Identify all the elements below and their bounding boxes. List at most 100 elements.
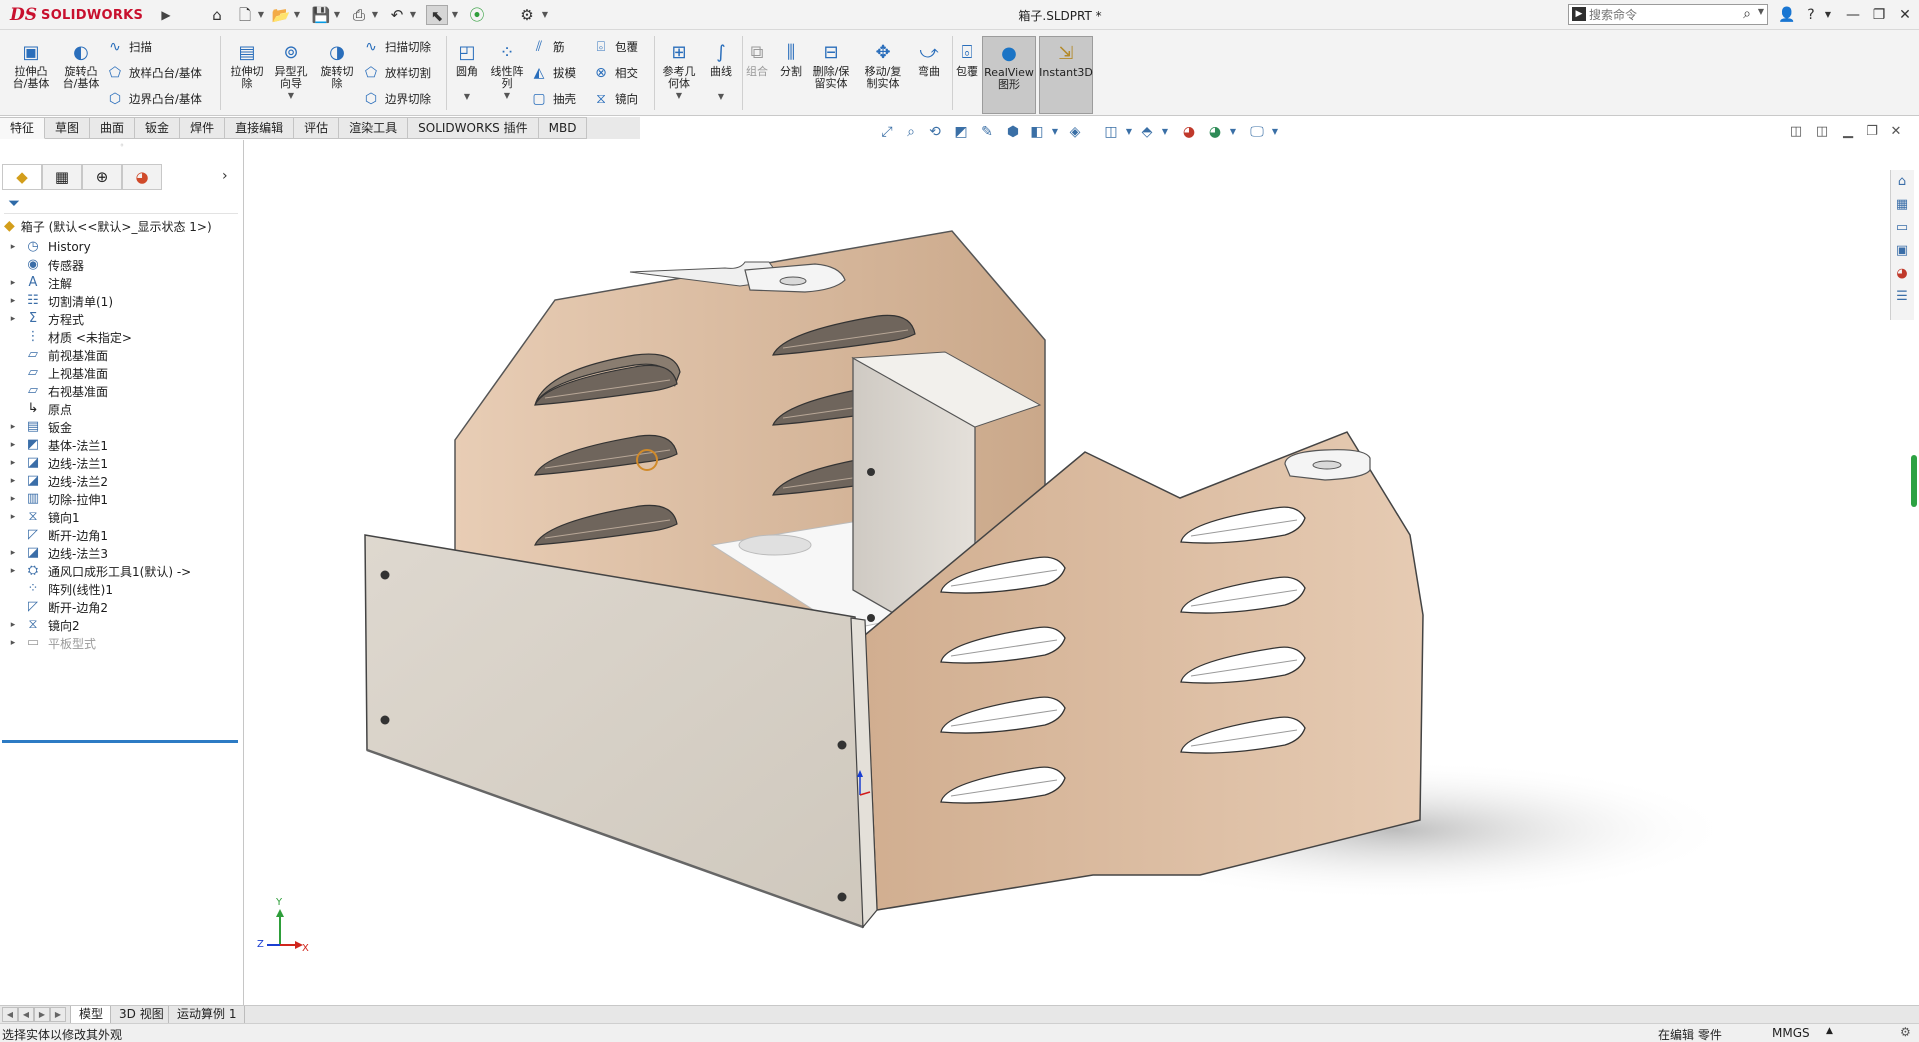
tab-motion-study[interactable]: 运动算例 1 — [168, 1006, 246, 1024]
tree-root-part[interactable]: ◆ 箱子 (默认<<默认>_显示状态 1>) — [4, 216, 212, 236]
viewport-scroll-indicator[interactable] — [1911, 455, 1917, 507]
tab-sketch[interactable]: 草图 — [45, 117, 91, 139]
expand-arrow-icon[interactable]: ▸ — [6, 620, 20, 630]
select-icon[interactable]: ⬉ — [426, 5, 448, 25]
minimize-icon[interactable]: — — [1842, 5, 1864, 25]
options-dropdown-icon[interactable]: ▼ — [540, 5, 550, 25]
rollback-bar[interactable] — [2, 740, 238, 743]
new-dropdown-icon[interactable]: ▼ — [256, 5, 266, 25]
tab-evaluate[interactable]: 评估 — [294, 117, 340, 139]
view-settings-monitor-icon[interactable]: 🖵 — [1246, 122, 1268, 142]
sheet-metal-box-model[interactable] — [245, 140, 1890, 1005]
doc-prev-icon[interactable]: ◫ — [1786, 122, 1806, 142]
open-dropdown-icon[interactable]: ▼ — [292, 5, 302, 25]
expand-arrow-icon[interactable]: ▸ — [6, 278, 20, 288]
mirror-button[interactable]: ⧖ 镜向 — [592, 88, 638, 110]
swept-cut-button[interactable]: ∿ 扫描切除 — [362, 36, 431, 58]
doc-next-icon[interactable]: ◫ — [1812, 122, 1832, 142]
restore-icon[interactable]: ❐ — [1868, 5, 1890, 25]
instant3d-button[interactable]: ⇲ Instant3D — [1039, 36, 1093, 114]
open-icon[interactable]: 📂 — [270, 5, 292, 25]
user-icon[interactable]: 👤 — [1776, 5, 1798, 25]
delete-keep-body-button[interactable]: ⊟ 删除/保 留实体 — [808, 42, 854, 90]
new-document-icon[interactable]: 🗋 — [234, 5, 256, 25]
view-orientation-icon[interactable]: ⬢ — [1002, 122, 1024, 142]
traffic-light-icon[interactable]: ⦿ — [466, 5, 488, 25]
linear-pattern-button[interactable]: ⁘ 线性阵 列 ▼ — [484, 42, 530, 100]
swept-boss-button[interactable]: ∿ 扫描 — [106, 36, 152, 58]
zoom-to-area-icon[interactable]: ⌕ — [900, 122, 922, 142]
lofted-cut-button[interactable]: ⬠ 放样切割 — [362, 62, 431, 84]
undo-icon[interactable]: ↶ — [386, 5, 408, 25]
zoom-to-fit-icon[interactable]: ⤢ — [876, 122, 898, 142]
prev-tab-icon[interactable]: ◀ — [18, 1007, 34, 1022]
search-dropdown-icon[interactable]: ▼ — [1758, 7, 1764, 16]
view-settings-dropdown-icon[interactable]: ▼ — [1270, 122, 1280, 142]
view-palette-icon[interactable]: ▣ — [1891, 240, 1913, 262]
design-library-icon[interactable]: ▦ — [1891, 194, 1913, 216]
reference-geometry-dropdown-icon[interactable]: ▼ — [676, 91, 682, 100]
help-icon[interactable]: ? — [1800, 5, 1822, 25]
expand-arrow-icon[interactable]: ▸ — [6, 314, 20, 324]
expand-arrow-icon[interactable]: ▸ — [6, 458, 20, 468]
linear-pattern-dropdown-icon[interactable]: ▼ — [504, 91, 510, 100]
hide-show-items-icon[interactable]: ◈ — [1064, 122, 1086, 142]
rib-button[interactable]: ⫽ 筋 — [530, 36, 565, 58]
save-icon[interactable]: 💾 — [310, 5, 332, 25]
status-settings-icon[interactable]: ⚙ — [1900, 1025, 1911, 1039]
hole-wizard-dropdown-icon[interactable]: ▼ — [288, 91, 294, 100]
home-icon[interactable]: ⌂ — [206, 5, 228, 25]
shell-button[interactable]: ▢ 抽壳 — [530, 88, 576, 110]
panel-grip-handle[interactable]: ◦ — [0, 140, 244, 152]
close-icon[interactable]: ✕ — [1894, 5, 1916, 25]
fillet-dropdown-icon[interactable]: ▼ — [464, 92, 470, 101]
save-dropdown-icon[interactable]: ▼ — [332, 5, 342, 25]
expand-arrow-icon[interactable]: ▸ — [6, 440, 20, 450]
tab-mbd[interactable]: MBD — [538, 117, 588, 139]
doc-close-icon[interactable]: ✕ — [1886, 122, 1906, 142]
command-search-box[interactable]: ▶ ⌕ ▼ — [1568, 4, 1768, 25]
solidworks-logo[interactable]: DS SOLIDWORKS — [10, 4, 154, 26]
tab-direct-editing[interactable]: 直接编辑 — [225, 117, 295, 139]
panel-expand-arrow-icon[interactable]: › — [222, 168, 228, 184]
filter-icon[interactable]: ⏷ — [8, 194, 20, 212]
last-tab-icon[interactable]: ▶ — [50, 1007, 66, 1022]
apply-scene-icon[interactable]: ⬘ — [1136, 122, 1158, 142]
previous-view-icon[interactable]: ⟲ — [924, 122, 946, 142]
expand-arrow-icon[interactable]: ▸ — [6, 242, 20, 252]
feature-manager-tab-icon[interactable]: ◆ — [2, 164, 42, 190]
expand-arrow-icon[interactable]: ▸ — [6, 494, 20, 504]
expand-arrow-icon[interactable]: ▸ — [6, 638, 20, 648]
extruded-cut-button[interactable]: ▤ 拉伸切 除 — [224, 42, 270, 90]
print-dropdown-icon[interactable]: ▼ — [370, 5, 380, 25]
appearance-palette-icon[interactable]: ◕ — [1178, 122, 1200, 142]
file-explorer-icon[interactable]: ▭ — [1891, 217, 1913, 239]
next-tab-icon[interactable]: ▶ — [34, 1007, 50, 1022]
undo-dropdown-icon[interactable]: ▼ — [408, 5, 418, 25]
expand-arrow-icon[interactable]: ▸ — [6, 548, 20, 558]
extruded-boss-button[interactable]: ▣ 拉伸凸 台/基体 — [8, 42, 54, 90]
reference-geometry-button[interactable]: ⊞ 参考几 何体 ▼ — [656, 42, 702, 100]
tab-render-tools[interactable]: 渲染工具 — [339, 117, 409, 139]
hole-wizard-button[interactable]: ⊚ 异型孔 向导 ▼ — [268, 42, 314, 100]
doc-restore-icon[interactable]: ❐ — [1862, 122, 1882, 142]
configuration-manager-tab-icon[interactable]: ⊕ — [82, 164, 122, 190]
tab-model[interactable]: 模型 — [70, 1006, 113, 1024]
tab-features[interactable]: 特征 — [0, 117, 46, 139]
display-manager-tab-icon[interactable]: ◕ — [122, 164, 162, 190]
lofted-boss-button[interactable]: ⬠ 放样凸台/基体 — [106, 62, 202, 84]
expand-arrow-icon[interactable]: ▸ — [6, 296, 20, 306]
expand-arrow-icon[interactable]: ▸ — [6, 566, 20, 576]
boundary-cut-button[interactable]: ⬡ 边界切除 — [362, 88, 431, 110]
unit-system-dropdown-icon[interactable]: ▲ — [1826, 1026, 1833, 1036]
tree-filter-row[interactable]: ⏷ — [4, 192, 238, 214]
dynamic-annotation-icon[interactable]: ✎ — [976, 122, 998, 142]
expand-arrow-icon[interactable]: ▸ — [6, 476, 20, 486]
edit-appearance-icon[interactable]: ◫ — [1100, 122, 1122, 142]
help-dropdown-icon[interactable]: ▼ — [1822, 5, 1834, 25]
tab-surfaces[interactable]: 曲面 — [90, 117, 136, 139]
realview-graphics-button[interactable]: ● RealView 图形 — [982, 36, 1036, 114]
revolved-boss-button[interactable]: ◐ 旋转凸 台/基体 — [58, 42, 104, 90]
search-input[interactable] — [1589, 6, 1739, 23]
menu-expand-arrow-icon[interactable]: ▶ — [158, 5, 174, 25]
